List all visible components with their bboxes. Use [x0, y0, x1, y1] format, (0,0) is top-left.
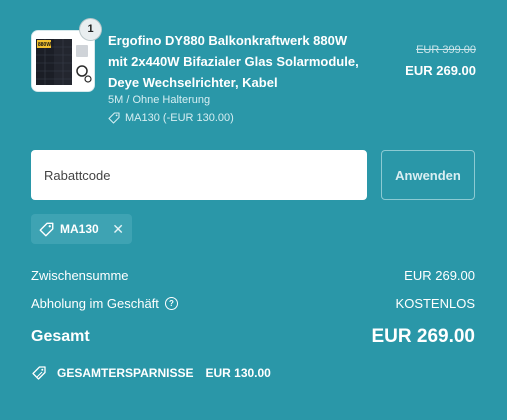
line-discount-text: MA130 (-EUR 130.00): [125, 112, 234, 124]
tag-icon: [108, 112, 120, 124]
product-title: Ergofino DY880 Balkonkraftwerk 880W mit …: [108, 33, 359, 90]
savings-value: EUR 130.00: [205, 366, 271, 380]
remove-discount-icon[interactable]: ✕: [112, 222, 124, 236]
product-variant: 5M / Ohne Halterung: [108, 94, 211, 106]
discount-code-input[interactable]: [31, 150, 367, 200]
total-row: Gesamt EUR 269.00: [31, 326, 475, 348]
product-thumbnail: 880W: [31, 30, 95, 92]
total-label: Gesamt: [31, 328, 90, 345]
discount-code-form: Anwenden: [31, 150, 475, 200]
original-price: EUR 399.00: [416, 44, 476, 56]
subtotal-label: Zwischensumme: [31, 268, 129, 283]
tag-icon: [39, 222, 54, 236]
savings-label: GESAMTERSPARNISSE: [57, 366, 194, 380]
subtotal-value: EUR 269.00: [404, 268, 475, 283]
applied-discount-code: MA130: [60, 222, 99, 236]
applied-discount-chip: MA130 ✕: [31, 214, 132, 244]
current-price: EUR 269.00: [405, 63, 476, 78]
info-icon[interactable]: ?: [164, 297, 178, 310]
solar-panel-image: 880W: [32, 31, 94, 91]
quantity-badge: 1: [80, 19, 101, 40]
apply-discount-button[interactable]: Anwenden: [381, 150, 475, 200]
total-savings: GESAMTERSPARNISSE EUR 130.00: [31, 365, 271, 381]
shipping-row: Abholung im Geschäft ? KOSTENLOS: [31, 296, 475, 311]
total-value: EUR 269.00: [371, 326, 475, 347]
shipping-label: Abholung im Geschäft: [31, 296, 159, 311]
wattage-badge: 880W: [38, 42, 51, 48]
subtotal-row: Zwischensumme EUR 269.00: [31, 268, 475, 283]
cart-line-item: 880W 1 Ergofino DY880 Balkonkraftwerk 88…: [31, 19, 476, 130]
savings-tag-icon: [32, 366, 46, 380]
shipping-value: KOSTENLOS: [395, 296, 475, 311]
line-discount: MA130 (-EUR 130.00): [108, 112, 234, 124]
